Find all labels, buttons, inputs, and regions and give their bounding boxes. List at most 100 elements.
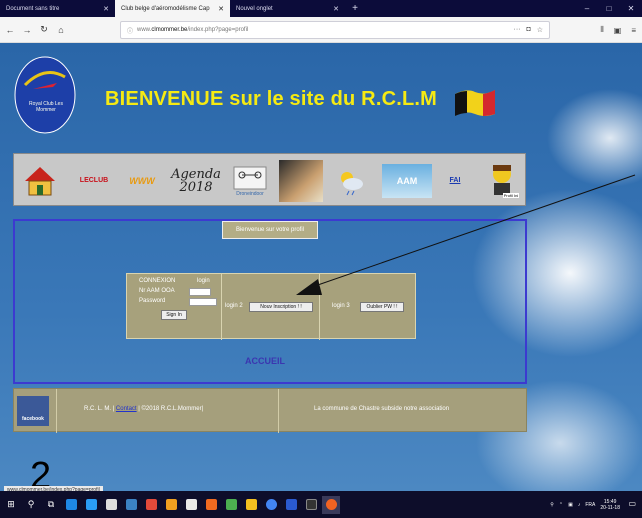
- password-input[interactable]: [189, 298, 217, 306]
- nr-aam-label: Nr AAM OOA: [139, 288, 175, 294]
- search-icon[interactable]: ⚲: [22, 496, 40, 514]
- forward-icon[interactable]: →: [20, 22, 34, 38]
- app-icon[interactable]: [142, 496, 160, 514]
- app-icon[interactable]: [102, 496, 120, 514]
- url-host: clmommer.be: [151, 27, 188, 33]
- mail-icon[interactable]: [182, 496, 200, 514]
- menu-www[interactable]: WWW: [120, 154, 164, 207]
- toolbar-right: ⫴ ▣ ≡: [600, 21, 636, 39]
- weather-icon: [341, 171, 363, 195]
- app-icon[interactable]: [242, 496, 260, 514]
- close-icon[interactable]: ✕: [103, 5, 109, 13]
- store-icon[interactable]: [82, 496, 100, 514]
- task-view-icon[interactable]: ⧉: [42, 496, 60, 514]
- aam-logo: AAM: [382, 163, 432, 198]
- menu-drone-indoor[interactable]: Droneindoor: [228, 154, 272, 207]
- maximize-icon[interactable]: □: [598, 0, 620, 17]
- login-column-3: login 3 Oublier PW ! !: [320, 274, 417, 340]
- system-tray: ⚲ ⌃ ▣ ♪ FRA 15:49 20-11-18: [550, 491, 620, 518]
- password-label: Password: [139, 298, 166, 304]
- language-indicator[interactable]: FRA: [585, 502, 595, 508]
- contact-link[interactable]: Contact: [116, 406, 137, 412]
- web-page: Royal Club Les Mommer BIENVENUE sur le s…: [0, 43, 642, 491]
- club-logo[interactable]: [13, 55, 77, 135]
- accueil-link[interactable]: ACCUEIL: [245, 356, 285, 366]
- more-icon[interactable]: ···: [513, 26, 520, 34]
- footer-credits: R.C. L. M. | Contact | ©2018 R.C.L.Momme…: [84, 406, 203, 412]
- sidebar-icon[interactable]: ▣: [614, 26, 622, 35]
- login-panel: CONNEXION login Nr AAM OOA Password Sign…: [126, 273, 417, 340]
- menu-weather[interactable]: [332, 154, 368, 207]
- login3-label: login 3: [332, 303, 350, 309]
- network-icon[interactable]: ▣: [568, 502, 573, 508]
- facebook-icon[interactable]: facebook: [17, 396, 49, 426]
- menu-agenda[interactable]: Agenda 2018: [166, 154, 226, 207]
- new-tab-button[interactable]: +: [345, 0, 365, 17]
- url-path: /index.php?page=profil: [187, 27, 249, 33]
- library-icon[interactable]: ⫴: [600, 25, 603, 35]
- tray-chevron-icon[interactable]: ⌃: [559, 502, 563, 508]
- avatar-icon: [493, 165, 511, 195]
- menu-icon[interactable]: ≡: [631, 26, 636, 35]
- back-icon[interactable]: ←: [3, 22, 17, 38]
- url-actions: ··· ◘ ☆: [513, 26, 543, 34]
- close-icon[interactable]: ✕: [218, 5, 224, 13]
- close-window-icon[interactable]: ✕: [620, 0, 642, 17]
- copyright-label: | ©2018 R.C.L.Mommer|: [138, 406, 204, 412]
- app-icon[interactable]: [202, 496, 220, 514]
- info-icon[interactable]: ⓘ: [127, 26, 133, 35]
- url-bar[interactable]: ⓘ www. clmommer.be /index.php?page=profi…: [120, 21, 550, 39]
- page-footer: facebook R.C. L. M. | Contact | ©2018 R.…: [13, 388, 527, 433]
- tab-label: Club belge d'aéromodélisme Cap: [121, 5, 210, 12]
- firefox-icon[interactable]: [322, 495, 340, 514]
- page-title: BIENVENUE sur le site du R.C.L.M: [105, 88, 438, 110]
- app-icon[interactable]: [162, 496, 180, 514]
- speaker-icon[interactable]: ♪: [578, 502, 581, 508]
- chrome-icon[interactable]: [262, 496, 280, 514]
- login2-label: login 2: [225, 303, 243, 309]
- menu-fai[interactable]: FAI: [438, 154, 472, 207]
- edge-icon[interactable]: [62, 496, 80, 514]
- login-column-2: login 2 Nouv Inscription ! !: [222, 274, 320, 340]
- tab-nouvel-onglet[interactable]: Nouvel onglet ✕: [230, 0, 345, 17]
- sign-in-button[interactable]: Sign In: [161, 310, 187, 320]
- home-house-icon[interactable]: [20, 154, 60, 207]
- pocket-icon[interactable]: ◘: [526, 26, 530, 34]
- house-icon: [25, 166, 55, 195]
- reload-icon[interactable]: ↻: [37, 22, 51, 38]
- app-icon[interactable]: [222, 496, 240, 514]
- profile-welcome-button[interactable]: Bienvenue sur votre profil: [222, 221, 318, 239]
- tab-document-sans-titre[interactable]: Document sans titre ✕: [0, 0, 115, 17]
- app-icon[interactable]: [122, 496, 140, 514]
- forgot-password-button[interactable]: Oublier PW ! !: [360, 302, 404, 312]
- new-inscription-button[interactable]: Nouv Inscription ! !: [249, 302, 313, 312]
- login-link[interactable]: login: [197, 278, 210, 284]
- window-controls: – □ ✕: [576, 0, 642, 17]
- menu-aam[interactable]: AAM: [380, 154, 434, 207]
- close-icon[interactable]: ✕: [333, 5, 339, 13]
- star-icon[interactable]: ☆: [537, 26, 543, 34]
- menu-le-club[interactable]: LECLUB: [68, 154, 120, 207]
- clock[interactable]: 15:49 20-11-18: [600, 499, 620, 511]
- home-icon[interactable]: ⌂: [54, 22, 68, 38]
- main-menu: LECLUB WWW Agenda 2018 Droneindoor AAM F…: [13, 153, 526, 206]
- nr-aam-input[interactable]: [189, 288, 211, 296]
- windows-taskbar: ⊞ ⚲ ⧉ ⚲ ⌃ ▣ ♪ FRA 15:49 20-11-18 ▭: [0, 491, 642, 518]
- windows-start-icon[interactable]: ⊞: [2, 496, 20, 514]
- photo-image: [279, 159, 323, 202]
- minimize-icon[interactable]: –: [576, 0, 598, 17]
- browser-tab-bar: Document sans titre ✕ Club belge d'aérom…: [0, 0, 642, 17]
- belgian-flag-icon: [455, 90, 495, 116]
- tab-label: Nouvel onglet: [236, 5, 273, 12]
- tab-club-belge[interactable]: Club belge d'aéromodélisme Cap ✕: [115, 0, 230, 17]
- people-icon[interactable]: ⚲: [550, 502, 554, 508]
- menu-profil[interactable]: Profil Ini: [480, 154, 524, 207]
- browser-nav-bar: ← → ↻ ⌂ ⓘ www. clmommer.be /index.php?pa…: [0, 17, 642, 43]
- footer-divider: [278, 389, 279, 433]
- app-icon[interactable]: [302, 496, 320, 514]
- menu-photo-planes[interactable]: [276, 154, 326, 207]
- app-icon[interactable]: [282, 496, 300, 514]
- tab-label: Document sans titre: [6, 5, 60, 12]
- date: 20-11-18: [600, 504, 620, 511]
- notifications-icon[interactable]: ▭: [628, 499, 636, 508]
